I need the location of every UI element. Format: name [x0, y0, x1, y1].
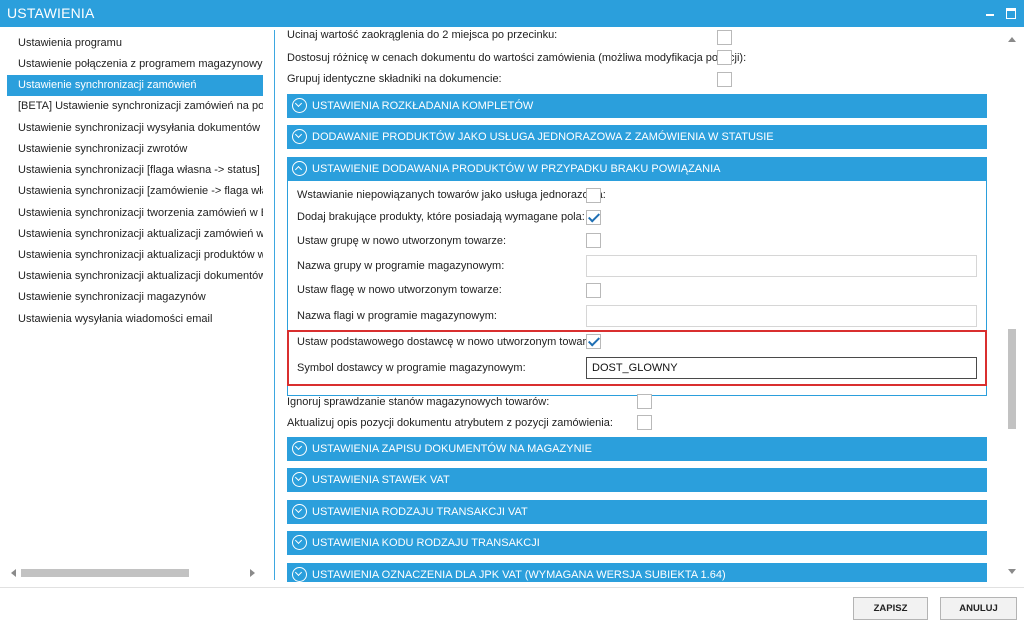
section-label: USTAWIENIE DODAWANIA PRODUKTÓW W PRZYPAD…	[312, 163, 721, 175]
chevron-down-icon	[292, 535, 307, 550]
section-document-saving[interactable]: USTAWIENIA ZAPISU DOKUMENTÓW NA MAGAZYNI…	[287, 437, 987, 461]
setting-label-group-identical: Grupuj identyczne składniki na dokumenci…	[287, 73, 502, 85]
scroll-down-icon[interactable]	[1008, 569, 1016, 574]
nav-item-document-sending-sync[interactable]: Ustawienie synchronizacji wysyłania doku…	[7, 118, 263, 139]
chevron-down-icon	[292, 129, 307, 144]
nav-item-beta-order-sync[interactable]: [BETA] Ustawienie synchronizacji zamówie…	[7, 96, 263, 117]
section-label: USTAWIENIA STAWEK VAT	[312, 474, 450, 486]
cancel-button[interactable]: ANULUJ	[940, 597, 1017, 620]
checkbox-set-flag[interactable]	[586, 283, 601, 298]
nav-item-product-update-sync[interactable]: Ustawienia synchronizacji aktualizacji p…	[7, 245, 263, 266]
section-unlinked-products[interactable]: USTAWIENIE DODAWANIA PRODUKTÓW W PRZYPAD…	[287, 157, 987, 181]
section-vat-transaction-type[interactable]: USTAWIENIA RODZAJU TRANSAKCJI VAT	[287, 500, 987, 524]
maximize-icon[interactable]	[1003, 4, 1019, 20]
window-title: USTAWIENIA	[7, 5, 95, 21]
scroll-up-icon[interactable]	[1008, 37, 1016, 42]
section-label: USTAWIENIA ZAPISU DOKUMENTÓW NA MAGAZYNI…	[312, 443, 592, 455]
checkbox-round-truncate[interactable]	[717, 30, 732, 45]
chevron-up-icon	[292, 161, 307, 176]
nav-item-order-flag-sync[interactable]: Ustawienia synchronizacji [zamówienie ->…	[7, 181, 263, 202]
setting-label-set-group: Ustaw grupę w nowo utworzonym towarze:	[297, 235, 507, 247]
setting-label-insert-unlinked: Wstawianie niepowiązanych towarów jako u…	[297, 189, 606, 201]
dialog-footer: ZAPISZ ANULUJ	[0, 587, 1024, 625]
section-one-time-service-products[interactable]: DODAWANIE PRODUKTÓW JAKO USŁUGA JEDNORAZ…	[287, 125, 987, 149]
scrollbar-thumb[interactable]	[21, 569, 189, 577]
nav-item-email-sending[interactable]: Ustawienia wysyłania wiadomości email	[7, 309, 263, 330]
nav-item-warehouse-connection[interactable]: Ustawienie połączenia z programem magazy…	[7, 54, 263, 75]
section-kit-breakdown[interactable]: USTAWIENIA ROZKŁADANIA KOMPLETÓW	[287, 94, 987, 118]
minimize-icon[interactable]	[983, 4, 999, 20]
checkbox-adjust-price-difference[interactable]	[717, 50, 732, 65]
section-transaction-type-code[interactable]: USTAWIENIA KODU RODZAJU TRANSAKCJI	[287, 531, 987, 555]
scroll-left-icon[interactable]	[11, 569, 16, 577]
title-bar: USTAWIENIA	[0, 0, 1024, 27]
checkbox-insert-unlinked[interactable]	[586, 188, 601, 203]
checkbox-add-missing-products[interactable]	[586, 210, 601, 225]
supplier-symbol-input[interactable]: DOST_GLOWNY	[586, 357, 977, 379]
chevron-down-icon	[292, 504, 307, 519]
scrollbar-thumb[interactable]	[1008, 329, 1016, 429]
settings-nav: Ustawienia programu Ustawienie połączeni…	[7, 30, 263, 584]
save-button[interactable]: ZAPISZ	[853, 597, 928, 620]
section-label: USTAWIENIA ROZKŁADANIA KOMPLETÓW	[312, 100, 534, 112]
section-label: USTAWIENIA OZNACZENIA DLA JPK VAT (WYMAG…	[312, 569, 726, 581]
setting-label-round-truncate: Ucinaj wartość zaokrąglenia do 2 miejsca…	[287, 30, 558, 41]
nav-item-order-update-sync[interactable]: Ustawienia synchronizacji aktualizacji z…	[7, 224, 263, 245]
checkbox-update-position-description[interactable]	[637, 415, 652, 430]
chevron-down-icon	[292, 567, 307, 582]
section-jpk-vat-markings[interactable]: USTAWIENIA OZNACZENIA DLA JPK VAT (WYMAG…	[287, 563, 987, 582]
setting-label-group-name: Nazwa grupy w programie magazynowym:	[297, 260, 505, 272]
setting-label-add-missing-products: Dodaj brakujące produkty, które posiadaj…	[297, 211, 585, 223]
setting-label-set-flag: Ustaw flagę w nowo utworzonym towarze:	[297, 284, 502, 296]
setting-label-flag-name: Nazwa flagi w programie magazynowym:	[297, 310, 497, 322]
section-vat-rates[interactable]: USTAWIENIA STAWEK VAT	[287, 468, 987, 492]
chevron-down-icon	[292, 98, 307, 113]
setting-label-set-supplier: Ustaw podstawowego dostawcę w nowo utwor…	[297, 336, 601, 348]
checkbox-set-group[interactable]	[586, 233, 601, 248]
scroll-right-icon[interactable]	[250, 569, 255, 577]
nav-horizontal-scrollbar[interactable]	[7, 565, 263, 581]
setting-label-update-position-description: Aktualizuj opis pozycji dokumentu atrybu…	[287, 417, 613, 429]
checkbox-ignore-stock[interactable]	[637, 394, 652, 409]
checkbox-group-identical[interactable]	[717, 72, 732, 87]
content-vertical-scrollbar[interactable]	[1004, 30, 1020, 582]
nav-item-program-settings[interactable]: Ustawienia programu	[7, 33, 263, 54]
nav-item-order-creation-sync[interactable]: Ustawienia synchronizacji tworzenia zamó…	[7, 203, 263, 224]
nav-item-document-update-sync[interactable]: Ustawienia synchronizacji aktualizacji d…	[7, 266, 263, 287]
section-label: DODAWANIE PRODUKTÓW JAKO USŁUGA JEDNORAZ…	[312, 131, 774, 143]
group-name-input[interactable]	[586, 255, 977, 277]
setting-label-adjust-price-difference: Dostosuj różnicę w cenach dokumentu do w…	[287, 52, 747, 64]
flag-name-input[interactable]	[586, 305, 977, 327]
checkbox-set-supplier[interactable]	[586, 334, 601, 349]
nav-item-warehouse-sync[interactable]: Ustawienie synchronizacji magazynów	[7, 287, 263, 308]
setting-label-ignore-stock: Ignoruj sprawdzanie stanów magazynowych …	[287, 396, 550, 408]
section-label: USTAWIENIA RODZAJU TRANSAKCJI VAT	[312, 506, 528, 518]
section-label: USTAWIENIA KODU RODZAJU TRANSAKCJI	[312, 537, 540, 549]
nav-item-flag-status-sync[interactable]: Ustawienia synchronizacji [flaga własna …	[7, 160, 263, 181]
chevron-down-icon	[292, 441, 307, 456]
nav-item-returns-sync[interactable]: Ustawienie synchronizacji zwrotów	[7, 139, 263, 160]
settings-content: Ucinaj wartość zaokrąglenia do 2 miejsca…	[275, 30, 1004, 582]
setting-label-supplier-symbol: Symbol dostawcy w programie magazynowym:	[297, 362, 526, 374]
nav-item-order-sync[interactable]: Ustawienie synchronizacji zamówień	[7, 75, 263, 96]
chevron-down-icon	[292, 472, 307, 487]
